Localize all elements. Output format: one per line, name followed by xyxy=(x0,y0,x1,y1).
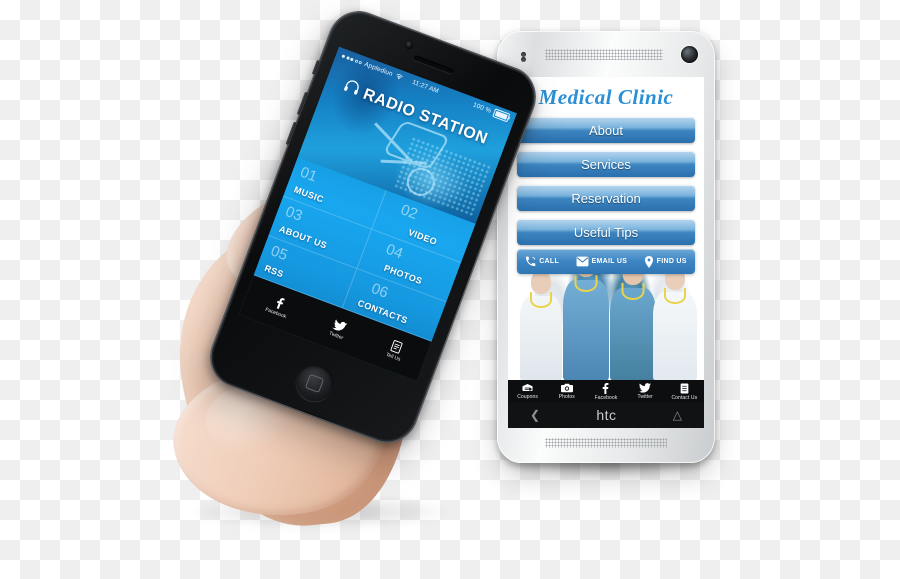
radio-tab-facebook[interactable]: Facebook xyxy=(264,294,292,320)
clinic-tab-contact-us[interactable]: Contact Us xyxy=(665,383,704,401)
phone-icon xyxy=(525,256,536,267)
clinic-tab-twitter[interactable]: Twitter xyxy=(626,383,665,400)
scene-stage: Medical Clinic About Services Reservatio… xyxy=(0,0,900,579)
clinic-tab-photos[interactable]: Photos xyxy=(547,383,586,400)
battery-percent-label: 100 % xyxy=(471,101,493,115)
clinic-tab-label: Photos xyxy=(558,394,575,400)
htc-nav-bar: ❮ htc △ xyxy=(508,402,704,428)
radio-menu-number: 05 xyxy=(268,242,290,265)
htc-earpiece-grille xyxy=(545,49,663,60)
clinic-tab-facebook[interactable]: Facebook xyxy=(586,382,625,401)
home-button-square-icon xyxy=(304,373,325,394)
clinic-button-services[interactable]: Services xyxy=(517,151,695,177)
facebook-icon xyxy=(274,296,285,310)
radio-tab-twitter[interactable]: Twitter xyxy=(328,318,348,341)
clinic-action-label: CALL xyxy=(539,258,560,265)
signal-dots-icon xyxy=(341,54,362,64)
wifi-icon xyxy=(394,72,404,82)
clinic-action-call[interactable]: CALL xyxy=(525,256,559,267)
medical-clinic-app: Medical Clinic About Services Reservatio… xyxy=(508,77,704,402)
battery-icon xyxy=(492,108,511,123)
clinic-menu: About Services Reservation Useful Tips xyxy=(517,117,695,253)
form-icon xyxy=(390,340,404,355)
radio-menu-number: 03 xyxy=(283,203,305,225)
radio-menu-number: 04 xyxy=(383,240,406,263)
clinic-action-email[interactable]: EMAIL US xyxy=(576,256,628,267)
radio-tab-label: Facebook xyxy=(264,306,287,321)
htc-screen: Medical Clinic About Services Reservatio… xyxy=(508,77,704,402)
clinic-tab-coupons[interactable]: Coupons xyxy=(508,383,547,400)
map-pin-icon xyxy=(644,255,654,268)
clinic-tab-label: Coupons xyxy=(517,394,538,400)
radio-tab-tell-us[interactable]: Tell Us xyxy=(385,339,406,363)
clinic-tab-label: Contact Us xyxy=(671,394,698,401)
clinic-tab-bar: Coupons Photos Facebook Twitter Contact … xyxy=(508,380,704,402)
clinic-action-bar: CALL EMAIL US FIND US xyxy=(517,249,695,274)
twitter-icon xyxy=(639,383,652,393)
clinic-action-label: EMAIL US xyxy=(591,258,628,265)
htc-brand-label: htc xyxy=(596,407,617,423)
radio-menu-number: 06 xyxy=(368,280,391,302)
clinic-button-reservation[interactable]: Reservation xyxy=(517,185,695,211)
doctor-figure xyxy=(609,260,656,380)
facebook-icon xyxy=(602,382,609,394)
camera-icon xyxy=(560,383,573,393)
htc-front-camera xyxy=(681,46,698,63)
clinic-tab-label: Twitter xyxy=(637,394,653,400)
coupon-icon xyxy=(522,383,533,393)
htc-bottom-speaker-grille xyxy=(545,438,667,448)
clinic-action-find[interactable]: FIND US xyxy=(644,255,687,268)
radio-menu-number: 02 xyxy=(398,201,420,224)
envelope-icon xyxy=(576,256,589,267)
back-chevron-icon[interactable]: ❮ xyxy=(530,409,540,421)
home-icon[interactable]: △ xyxy=(673,409,682,421)
clinic-action-label: FIND US xyxy=(656,258,687,265)
clinic-button-useful-tips[interactable]: Useful Tips xyxy=(517,219,695,245)
htc-top-bezel xyxy=(497,31,715,77)
htc-bottom-bezel xyxy=(497,428,715,463)
htc-sensor-dots xyxy=(521,52,537,62)
radio-menu-label: RSS xyxy=(263,263,286,280)
clinic-button-about[interactable]: About xyxy=(517,117,695,143)
radio-menu-number: 01 xyxy=(297,163,320,186)
clinic-tab-label: Facebook xyxy=(594,394,618,401)
doctor-figure xyxy=(519,270,562,380)
contact-list-icon xyxy=(680,383,689,394)
clinic-app-title: Medical Clinic xyxy=(538,85,674,109)
doctor-figure xyxy=(653,266,698,380)
